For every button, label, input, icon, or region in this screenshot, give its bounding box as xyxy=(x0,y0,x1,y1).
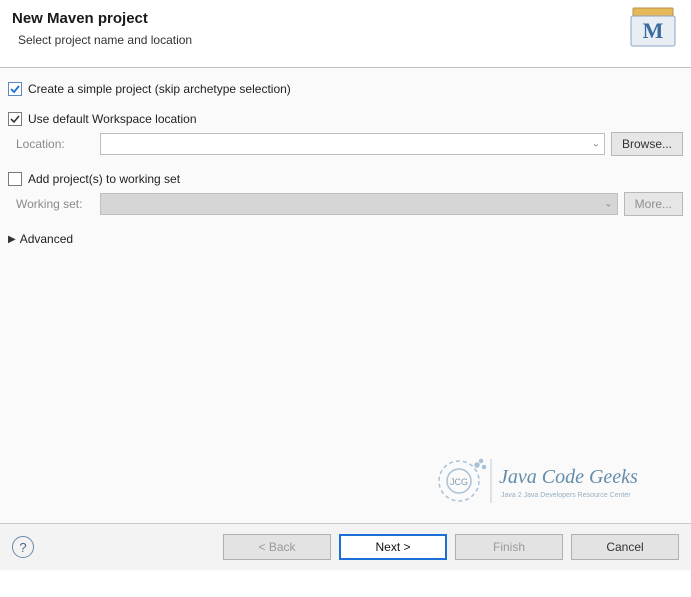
wizard-title: New Maven project xyxy=(12,10,679,27)
working-set-checkbox-row[interactable]: Add project(s) to working set xyxy=(8,172,683,186)
working-set-row: Working set: ⌄ More... xyxy=(16,192,683,216)
wizard-footer: ? < Back Next > Finish Cancel xyxy=(0,524,691,570)
simple-project-checkbox-row[interactable]: Create a simple project (skip archetype … xyxy=(8,82,683,96)
svg-text:JCG: JCG xyxy=(450,477,468,487)
triangle-right-icon: ▶ xyxy=(8,234,16,245)
location-label: Location: xyxy=(16,137,94,151)
cancel-button[interactable]: Cancel xyxy=(571,534,679,560)
help-icon[interactable]: ? xyxy=(12,536,34,558)
chevron-down-icon: ⌄ xyxy=(592,139,600,150)
maven-wizard-icon: M xyxy=(629,6,677,50)
svg-text:M: M xyxy=(643,18,664,43)
finish-button: Finish xyxy=(455,534,563,560)
advanced-label: Advanced xyxy=(20,232,73,246)
location-row: Location: ⌄ Browse... xyxy=(16,132,683,156)
watermark-brand: Java Code Geeks xyxy=(499,466,638,488)
chevron-down-icon: ⌄ xyxy=(604,199,612,210)
location-combo[interactable]: ⌄ xyxy=(100,133,605,155)
default-workspace-checkbox[interactable] xyxy=(8,112,22,126)
browse-button[interactable]: Browse... xyxy=(611,132,683,156)
simple-project-checkbox[interactable] xyxy=(8,82,22,96)
default-workspace-checkbox-row[interactable]: Use default Workspace location xyxy=(8,112,683,126)
working-set-checkbox[interactable] xyxy=(8,172,22,186)
wizard-content: Create a simple project (skip archetype … xyxy=(0,68,691,523)
wizard-subtitle: Select project name and location xyxy=(18,33,679,47)
watermark-logo: JCG Java Code Geeks Java 2 Java Develope… xyxy=(429,451,679,511)
watermark-sub: Java 2 Java Developers Resource Center xyxy=(501,492,631,499)
default-workspace-label: Use default Workspace location xyxy=(28,112,197,126)
advanced-toggle[interactable]: ▶ Advanced xyxy=(8,232,683,246)
wizard-header: New Maven project Select project name an… xyxy=(0,0,691,59)
more-button: More... xyxy=(624,192,683,216)
next-button[interactable]: Next > xyxy=(339,534,447,560)
working-set-combo: ⌄ xyxy=(100,193,618,215)
simple-project-label: Create a simple project (skip archetype … xyxy=(28,82,291,96)
working-set-label: Working set: xyxy=(16,197,94,211)
back-button: < Back xyxy=(223,534,331,560)
working-set-checkbox-label: Add project(s) to working set xyxy=(28,172,180,186)
